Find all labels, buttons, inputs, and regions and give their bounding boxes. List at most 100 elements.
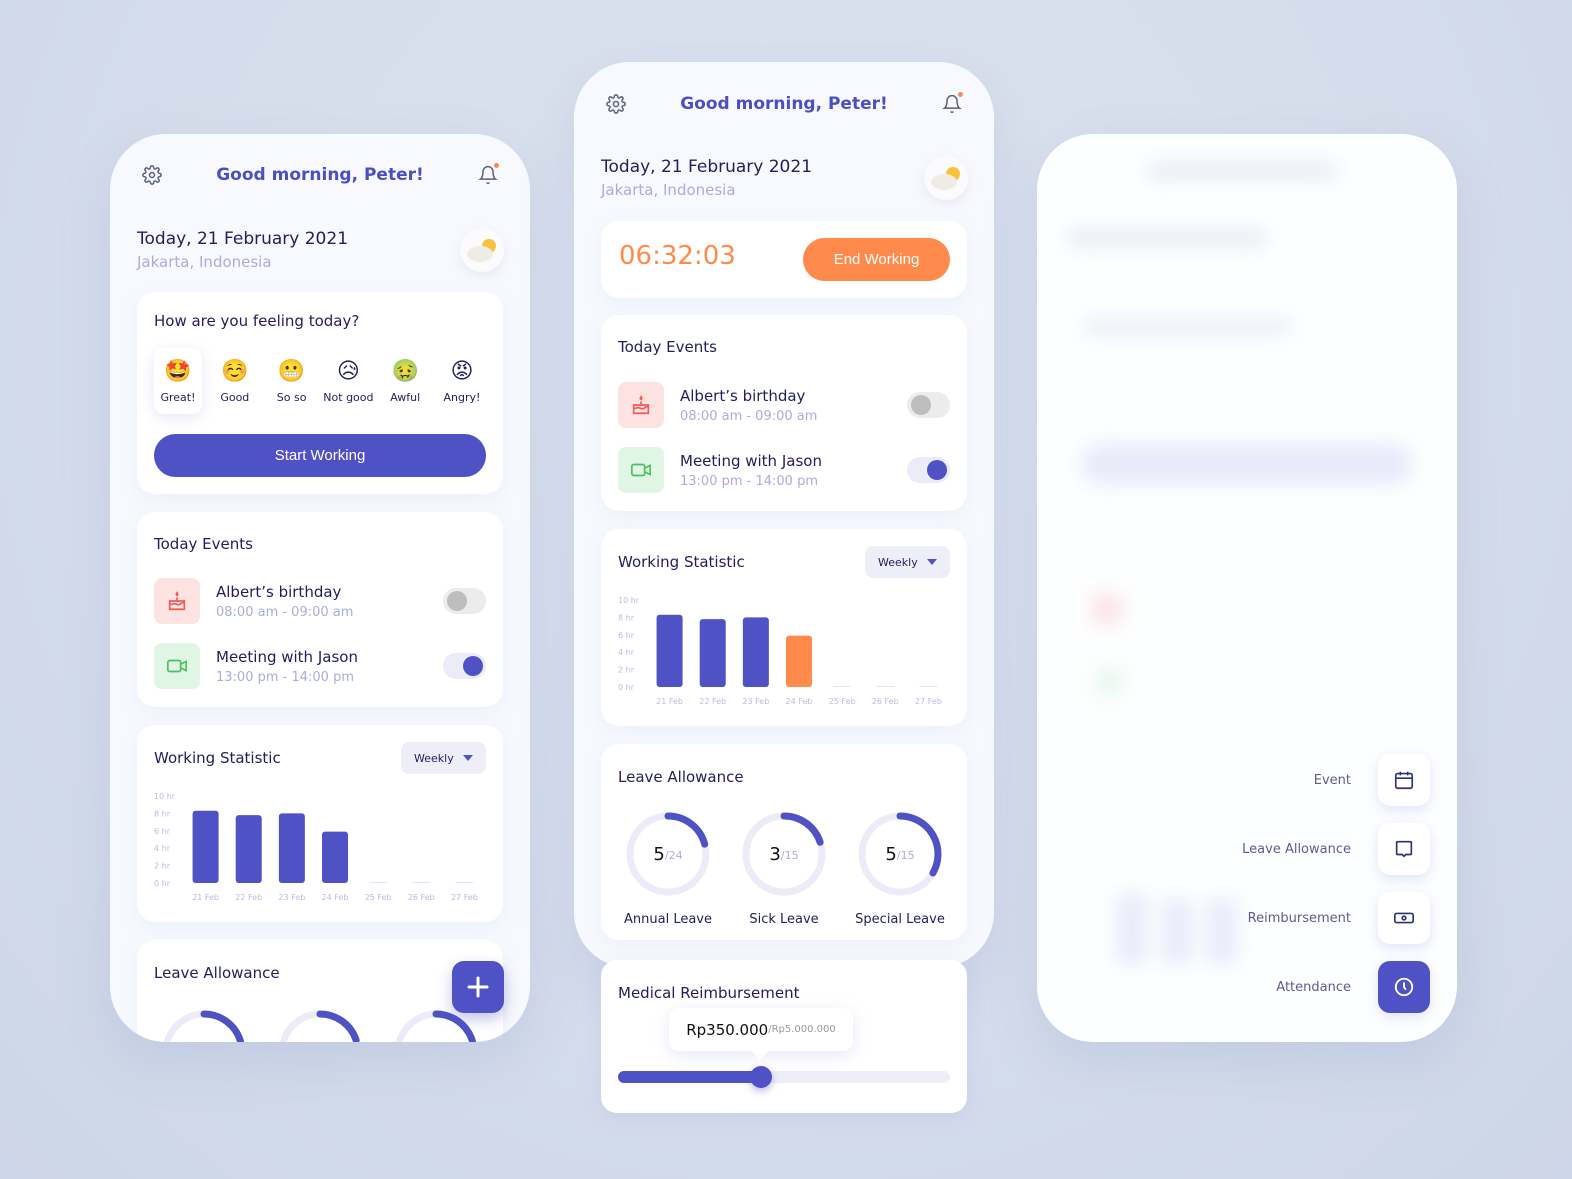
mood-option-good[interactable]: ☺️ Good [211,348,259,414]
start-working-button[interactable]: Start Working [154,434,486,477]
bell-icon [478,165,498,185]
video-camera-icon [631,463,651,477]
x-tick-label: 25 Feb [829,697,856,706]
period-value: Weekly [878,555,918,569]
event-icon-bg [618,382,664,428]
mood-option-not-good[interactable]: 😥 Not good [323,348,374,414]
top-bar: Good morning, Peter! [574,89,994,119]
event-item: Albert’s birthday 08:00 am - 09:00 am [154,578,486,624]
elapsed-timer: 06:32:03 [619,241,736,271]
blurred-mood-question [1082,319,1292,335]
blurred-date [1067,229,1267,247]
gauge-label: Sick Leave [749,912,819,927]
x-tick-label: 21 Feb [192,893,219,902]
y-tick-label: 4 hr [618,648,635,657]
slider-fill [618,1071,761,1083]
period-value: Weekly [414,751,454,765]
calendar-icon [1394,771,1414,790]
gauge-annual-leave [154,1008,254,1042]
x-tick-label: 26 Feb [872,697,899,706]
mood-label: Good [220,390,250,404]
leave-used: 5 [653,843,665,865]
y-tick-label: 10 hr [618,596,640,605]
events-title: Today Events [154,535,253,553]
attendance-action-button[interactable] [1378,961,1430,1013]
period-dropdown[interactable]: Weekly [865,546,950,578]
chat-bubble-icon [1395,840,1413,858]
chevron-down-icon [927,559,937,565]
end-working-button[interactable]: End Working [803,238,950,281]
bar [699,619,726,687]
notifications-button[interactable] [940,92,964,116]
mood-option-so-so[interactable]: 😬 So so [268,348,316,414]
period-dropdown[interactable]: Weekly [401,742,486,774]
bar-chart: 0 hr 2 hr 4 hr 6 hr 8 hr 10 hr 21 Feb 22 Feb 23 … [618,595,950,710]
mood-label: Great! [160,390,196,404]
gauge-progress-arc [200,1010,245,1042]
timer-card: 06:32:03 End Working [601,221,967,298]
x-tick-label: 23 Feb [278,893,305,902]
leave-allowance-card: Leave Allowance [137,940,503,1042]
event-icon-bg [154,578,200,624]
event-toggle[interactable] [443,653,486,679]
bar [919,686,938,687]
leave-allowance-card: Leave Allowance 5/24 Annual Leave 3/15 S… [601,744,967,940]
mood-question: How are you feeling today? [154,312,360,330]
event-icon-bg [618,447,664,493]
mood-option-great[interactable]: 🤩 Great! [154,348,202,414]
bar-chart: 0 hr 2 hr 4 hr 6 hr 8 hr 10 hr 21 Feb 22 Feb 23 … [154,791,486,906]
leave-allowance-action-button[interactable] [1378,823,1430,875]
reimbursement-tooltip: Rp350.000/Rp5.000.000 [669,1008,853,1051]
notification-dot [494,163,499,168]
toggle-knob [447,591,467,611]
leave-gauges: 5/24 Annual Leave 3/15 Sick Leave 5/15 S… [618,810,950,927]
quick-action-event: Event [1314,754,1430,806]
gauge-sick-leave: 3/15 Sick Leave [734,810,834,927]
add-button[interactable] [452,961,504,1013]
event-action-button[interactable] [1378,754,1430,806]
chevron-down-icon [463,755,473,761]
bar [656,614,683,687]
bar [876,686,895,687]
cake-icon [632,395,650,415]
y-tick-label: 4 hr [154,844,171,853]
event-icon-bg [154,643,200,689]
notifications-button[interactable] [476,163,500,187]
medical-reimbursement-card: Medical Reimbursement Rp350.000/Rp5.000.… [601,960,967,1113]
event-name: Albert’s birthday [216,582,342,601]
event-item: Meeting with Jason 13:00 pm - 14:00 pm [154,643,486,689]
mood-label: Not good [323,390,374,404]
working-statistic-card: Working Statistic Weekly 0 hr 2 hr 4 hr 6 h… [601,529,967,726]
weather-badge [924,156,968,200]
settings-button[interactable] [604,92,628,116]
greeting-title: Good morning, Peter! [216,165,424,185]
reimbursement-action-button[interactable] [1378,892,1430,944]
toggle-knob [911,395,931,415]
mood-option-awful[interactable]: 🤢 Awful [381,348,429,414]
event-toggle[interactable] [907,392,950,418]
mood-label: Angry! [443,390,481,404]
event-time: 13:00 pm - 14:00 pm [216,669,354,685]
leave-title: Leave Allowance [618,768,744,786]
gauge-label: Annual Leave [624,912,712,927]
settings-button[interactable] [140,163,164,187]
blurred-bar [1162,899,1192,964]
phone-screen-home: Good morning, Peter! Today, 21 February … [110,134,530,1042]
mood-option-angry[interactable]: 😡 Angry! [438,348,486,414]
gear-icon [606,94,626,114]
bar [322,831,348,883]
reimbursement-slider[interactable] [618,1066,950,1088]
event-item: Meeting with Jason 13:00 pm - 14:00 pm [618,447,950,493]
leave-title: Leave Allowance [154,964,280,982]
event-toggle[interactable] [907,457,950,483]
clock-icon [1394,977,1414,997]
angry-emoji-icon: 😡 [450,358,474,384]
event-toggle[interactable] [443,588,486,614]
mood-card: How are you feeling today? 🤩 Great! ☺️ Goo… [137,292,503,494]
bar [786,635,812,687]
bar-chart-svg: 0 hr 2 hr 4 hr 6 hr 8 hr 10 hr 21 Feb 22 Feb 23 … [154,792,478,902]
y-tick-label: 8 hr [154,809,171,818]
plus-icon [467,976,489,998]
slider-thumb[interactable] [749,1066,772,1088]
x-tick-label: 25 Feb [365,893,392,902]
